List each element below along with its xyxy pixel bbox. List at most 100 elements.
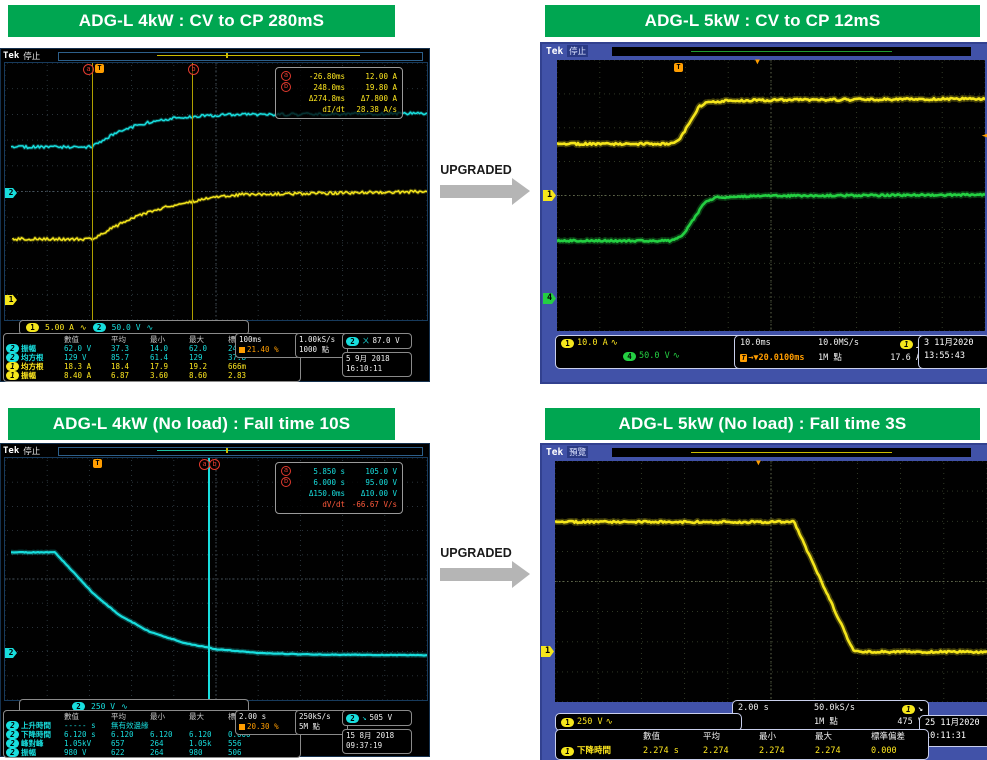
trigger-source-badge: 1 [902,705,915,714]
right-arrow-icon [440,568,512,581]
col-header: 最小 [759,731,815,745]
cell-value: 85.7 [111,353,150,362]
slope-value: -66.67 V/s [345,499,397,510]
trigger-slope-icon: ↘ [918,703,923,716]
trigger-level: 505 V [370,713,393,723]
coupling-icon: ∿ [611,337,618,350]
panel-title-top-right: ADG-L 5kW : CV to CP 12mS [545,5,980,37]
cursor-a-value: 105.0 V [345,466,397,477]
slide-page: ADG-L 4kW : CV to CP 280mS Tek 停止 a T b … [0,0,987,760]
panel-title-text: ADG-L 4kW (No load) : Fall time 10S [53,414,351,434]
oscilloscope-top-right: Tek 停止 ▼ T ◄ 1 4 1 10.0 A ∿ 4 50.0 V ∿ 1… [540,42,987,384]
cell-value: 8.40 A [64,371,111,380]
record-box: 250kS/s 5M 點 [295,710,348,735]
trigger-slope-icon: ↘ [362,713,367,723]
record-view-bar [157,55,360,56]
trigger-level: 17.6 A [876,352,921,367]
trigger-box: 2 ↘ 505 V [342,710,412,726]
row-channel-badge: 2 [6,748,19,757]
channel-1-marker: 1 [543,190,556,201]
channel-1-scale: 10.0 A [577,337,608,350]
cell-value: 19.2 [189,362,228,371]
panel-title-text: ADG-L 4kW : CV to CP 280mS [79,11,324,31]
record-view-bar [691,51,892,52]
channel-4-scale: 50.0 V [639,350,670,363]
col-header: 最小 [150,712,189,721]
trigger-slope-icon: ㄨ [362,336,370,346]
right-arrow-icon [440,185,512,198]
cursor-a-icon: a [281,466,291,476]
upgrade-annotation-bottom: UPGRADED [428,546,524,581]
acquisition-status: 停止 [567,45,588,57]
record-length: 5M 點 [299,722,344,732]
trigger-position-marker: T [93,459,102,468]
cell-value: 264 [150,739,189,748]
cell-value: 129 [189,353,228,362]
time-value: 16:10:11 [346,364,408,374]
cursor-ab-line [208,458,210,700]
col-header: 數值 [643,731,703,745]
cursor-b-value: 19.80 A [345,82,397,93]
cursor-delta-value: Δ10.00 V [345,488,397,499]
col-header: 平均 [703,731,759,745]
time-value: 10:11:31 [925,730,985,743]
panel-title-bottom-right: ADG-L 5kW (No load) : Fall time 3S [545,408,980,440]
row-channel-badge: 2 [6,730,19,739]
channel-1-scale: 250 V [577,716,603,729]
timebase-value: 100ms [239,335,296,345]
record-box: 1.00kS/s 1000 點 [295,333,348,358]
cursor-b-icon: b [281,477,291,487]
sample-rate: 10.0MS/s [818,337,876,352]
cell-value [150,721,189,730]
scope-display: a T b a -26.80ms 12.00 A b 248.0ms 19.80… [4,62,428,321]
row-label: 峰對峰 [21,739,44,748]
cell-value: 61.4 [150,353,189,362]
cell-value: 17.9 [150,362,189,371]
channel-scale-box: 1 10.0 A ∿ 4 50.0 V ∿ [555,335,744,369]
cell-value: 657 [111,739,150,748]
trigger-level: 87.0 V [373,336,400,346]
acquisition-status: 停止 [23,445,40,457]
row-label: 上升時間 [21,721,51,730]
trigger-time-arrow-icon: ▼ [755,58,760,66]
cursor-a-time: -26.80ms [293,71,345,82]
timebase-value: 2.00 s [239,712,296,722]
waveform-graticule [555,461,987,702]
delay-time: →▼20.0100ms [748,353,804,363]
row-label: 下降時間 [21,730,51,739]
coupling-icon: ∿ [673,350,680,363]
cell-value: 37.3 [111,344,150,353]
sample-rate: 1.00kS/s [299,335,344,345]
cell-value: 2.274 [703,745,759,759]
cursor-b-icon: b [281,82,291,92]
record-position-tick [226,448,228,453]
cell-value: 18.4 [111,362,150,371]
row-channel-badge: 1 [561,747,574,756]
date-value: 5 9月 2018 [346,354,408,364]
row-channel-badge: 2 [6,353,19,362]
row-label: 均方根 [21,353,44,362]
cell-value: 2.274 [815,745,871,759]
cursor-b-time: 248.0ms [293,82,345,93]
coupling-icon: ∿ [606,716,613,729]
scope-header: Tek 停止 [542,44,987,58]
cell-value: 6.120 [189,730,228,739]
scope-display: T a b a 5.850 s 105.0 V b 6.000 s 95.00 … [4,457,428,701]
cell-value: 666m [228,362,274,371]
datetime-box: 5 9月 2018 16:10:11 [342,352,412,377]
cell-value: 6.120 [111,730,150,739]
oscilloscope-bottom-right: Tek 預覽 ▼ 1 2.00 s 50.0kS/s 1↘ 1M 點 475 V… [540,443,987,760]
time-value: 09:37:19 [346,741,408,751]
cell-value: 622 [111,748,150,757]
trigger-position-marker: T [95,64,104,73]
col-header: 平均 [111,712,150,721]
cursor-readout: a 5.850 s 105.0 V b 6.000 s 95.00 V Δ150… [275,462,403,514]
acquisition-status: 預覽 [567,446,588,458]
panel-title-text: ADG-L 5kW (No load) : Fall time 3S [619,414,907,434]
sample-rate: 250kS/s [299,712,344,722]
trigger-source-badge: 1 [900,340,913,349]
row-channel-badge: 2 [6,721,19,730]
channel-2-badge: 2 [93,323,106,332]
col-header: 數值 [64,712,111,721]
scope-header: Tek 預覽 [542,445,987,459]
